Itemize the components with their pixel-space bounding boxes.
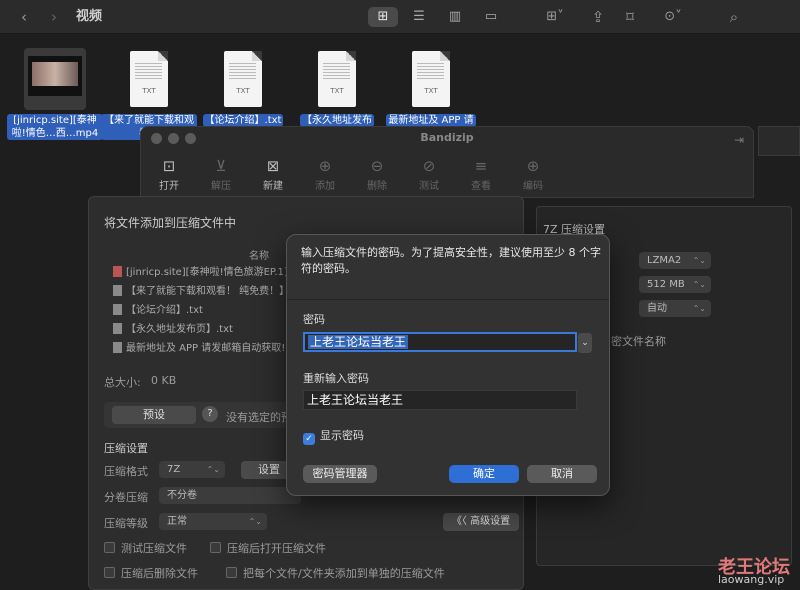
delete-icon: ⊖ — [370, 157, 384, 175]
total-size-label: 总大小: — [104, 376, 141, 389]
globe-icon: ⊕ — [526, 157, 540, 175]
help-icon[interactable]: ? — [202, 406, 218, 422]
column-view-icon[interactable]: ▥ — [440, 7, 470, 27]
txt-file-icon: TXT — [212, 48, 274, 110]
file-item[interactable]: TXT 【永久地址发布 — [289, 48, 385, 127]
test-archive-option[interactable]: 测试压缩文件 — [104, 540, 187, 556]
bandizip-title: Bandizip — [420, 131, 474, 144]
dialog-heading: 将文件添加到压缩文件中 — [104, 216, 237, 230]
file-item[interactable]: TXT 【论坛介绍】.txt — [195, 48, 291, 127]
password-manager-button[interactable]: 密码管理器 — [303, 465, 377, 483]
more-actions-icon[interactable]: ⊙˅ — [656, 0, 690, 34]
file-name: [jinricp.site][泰神啦!情色…西…mp4 — [7, 114, 103, 140]
bandizip-window: Bandizip ⊡ 打开 ⊻ 解压 ⊠ 新建 ⊕ 添加 ⊖ 删除 ⊘ 测试 ≡ 查看 ⊕ 编码… — [140, 126, 754, 198]
show-password-checkbox[interactable]: ✓ 显示密码 — [303, 427, 364, 445]
test-icon: ⊘ — [422, 157, 436, 175]
method-select[interactable]: LZMA2 ⌃⌄ — [639, 252, 711, 269]
view-icon: ≡ — [474, 157, 488, 175]
list-item[interactable]: 【永久地址发布页】.txt — [113, 320, 293, 339]
add-icon: ⊕ — [318, 157, 332, 175]
toolbar-encoding-button[interactable]: ⊕ 编码 — [513, 157, 553, 192]
txt-file-icon: TXT — [400, 48, 462, 110]
window-title: 视频 — [76, 9, 103, 24]
toolbar-test-button[interactable]: ⊘ 测试 — [409, 157, 449, 192]
preset-button[interactable]: 预设 — [112, 406, 196, 424]
split-select[interactable]: 不分卷 — [159, 487, 301, 504]
password-input[interactable]: 上老王论坛当老王 — [303, 332, 577, 352]
share-icon[interactable]: ⇪ — [588, 0, 608, 34]
cancel-button[interactable]: 取消 — [527, 465, 597, 483]
new-archive-icon: ⊠ — [266, 157, 280, 175]
level-label: 压缩等级 — [104, 517, 148, 530]
file-item[interactable]: TXT 最新地址及 APP 请 — [383, 48, 479, 127]
total-size-value: 0 KB — [151, 374, 177, 387]
list-item[interactable]: [jinricp.site][泰神啦!情色旅游EP.1]西 — [113, 263, 293, 282]
level-select[interactable]: 正常 ⌃⌄ — [159, 513, 267, 530]
checkbox — [104, 567, 115, 578]
name-column-header[interactable]: 名称 — [249, 247, 269, 262]
format-select[interactable]: 7Z ⌃⌄ — [159, 461, 225, 478]
word-size-select[interactable]: 自动 ⌃⌄ — [639, 300, 711, 317]
toolbar-add-button[interactable]: ⊕ 添加 — [305, 157, 345, 192]
checkbox — [210, 542, 221, 553]
separate-archives-option[interactable]: 把每个文件/文件夹添加到单独的压缩文件 — [226, 565, 445, 581]
extract-icon: ⊻ — [215, 157, 227, 175]
dictionary-select[interactable]: 512 MB ⌃⌄ — [639, 276, 711, 293]
delete-after-option[interactable]: 压缩后删除文件 — [104, 565, 198, 581]
toolbar-delete-button[interactable]: ⊖ 删除 — [357, 157, 397, 192]
open-icon: ⊡ — [162, 157, 176, 175]
divider — [287, 299, 609, 300]
back-icon[interactable]: ‹ — [14, 0, 34, 34]
encrypt-filenames-label: 密文件名称 — [611, 335, 666, 348]
checkbox — [104, 542, 115, 553]
background-window — [758, 126, 800, 156]
open-after-option[interactable]: 压缩后打开压缩文件 — [210, 540, 326, 556]
file-item[interactable]: [jinricp.site][泰神啦!情色…西…mp4 — [7, 48, 103, 140]
group-by-icon[interactable]: ⊞˅ — [538, 0, 572, 34]
advanced-settings-button[interactable]: 《〈 高级设置 — [443, 513, 519, 531]
watermark-url: laowang.vip — [718, 573, 785, 586]
txt-file-icon: TXT — [118, 48, 180, 110]
video-thumbnail — [24, 48, 86, 110]
checkbox — [226, 567, 237, 578]
confirm-password-input[interactable]: 上老王论坛当老王 — [303, 390, 577, 410]
finder-toolbar: ‹ › 视频 ⊞ ☰ ▥ ▭ ⊞˅ ⇪ ⌑ ⊙˅ ⌕ — [0, 0, 800, 34]
txt-file-icon: TXT — [306, 48, 368, 110]
forward-icon[interactable]: › — [44, 0, 64, 34]
password-message: 输入压缩文件的密码。为了提高安全性，建议使用至少 8 个字符的密码。 — [301, 246, 601, 275]
file-list: [jinricp.site][泰神啦!情色旅游EP.1]西 【来了就能下载和观看… — [113, 263, 293, 358]
list-item[interactable]: 【论坛介绍】.txt — [113, 301, 293, 320]
compression-section-title: 压缩设置 — [104, 442, 148, 455]
password-history-dropdown[interactable]: ⌄ — [578, 333, 592, 353]
toolbar-extract-button[interactable]: ⊻ 解压 — [201, 157, 241, 192]
icon-view-icon[interactable]: ⊞ — [368, 7, 398, 27]
ok-button[interactable]: 确定 — [449, 465, 519, 483]
list-item[interactable]: 最新地址及 APP 请发邮箱自动获取!! — [113, 339, 293, 358]
confirm-password-label: 重新输入密码 — [303, 372, 369, 385]
list-view-icon[interactable]: ☰ — [404, 7, 434, 27]
toolbar-new-button[interactable]: ⊠ 新建 — [253, 157, 293, 192]
search-icon[interactable]: ⌕ — [724, 0, 744, 34]
password-dialog: 输入压缩文件的密码。为了提高安全性，建议使用至少 8 个字符的密码。 密码 上老… — [286, 234, 610, 496]
toolbar-view-button[interactable]: ≡ 查看 — [461, 157, 501, 192]
toolbar-open-button[interactable]: ⊡ 打开 — [149, 157, 189, 192]
check-icon: ✓ — [303, 433, 315, 445]
split-label: 分卷压缩 — [104, 491, 148, 504]
password-label: 密码 — [303, 313, 325, 326]
preset-status-text: 没有选定的预 — [226, 411, 292, 424]
list-item[interactable]: 【来了就能下载和观看！ 纯免费！】.txt — [113, 282, 293, 301]
exit-icon[interactable]: ⇥ — [729, 123, 749, 157]
gallery-view-icon[interactable]: ▭ — [476, 7, 506, 27]
format-label: 压缩格式 — [104, 465, 148, 478]
tag-icon[interactable]: ⌑ — [620, 0, 640, 34]
